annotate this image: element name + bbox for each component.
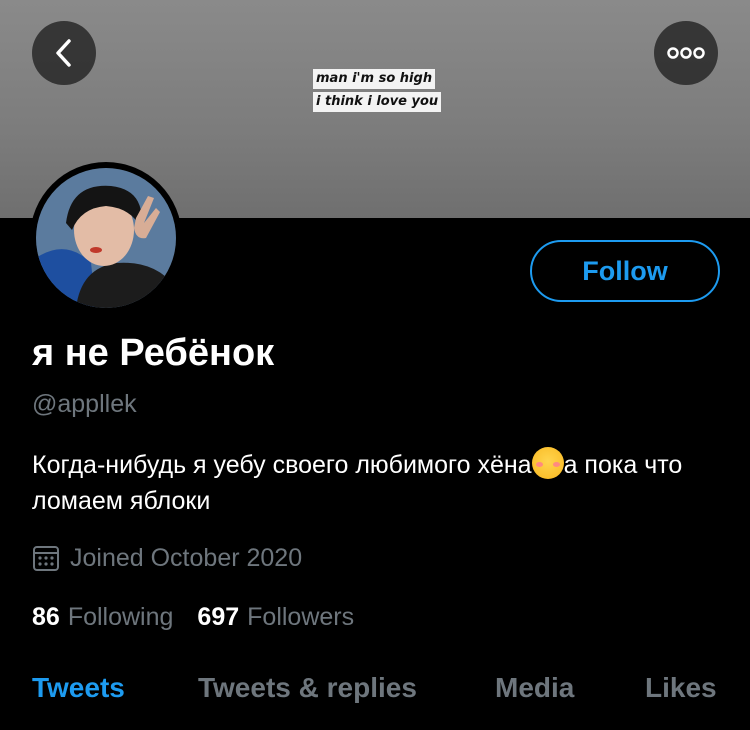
followers-label: Followers (247, 603, 355, 631)
tab-tweets-and-replies[interactable]: Tweets & replies (198, 672, 417, 704)
bio-text-part-1: Когда-нибудь я уебу своего любимого хёна (32, 451, 532, 479)
avatar[interactable] (30, 162, 182, 314)
more-horizontal-icon (667, 47, 705, 59)
follow-stats: 86 Following 697 Followers (32, 603, 354, 632)
joined-date: Joined October 2020 (32, 543, 302, 573)
following-label: Following (67, 603, 174, 631)
profile-bio: Когда-нибудь я уебу своего любимого хёна… (32, 447, 732, 519)
tab-media[interactable]: Media (495, 672, 574, 704)
more-button[interactable] (654, 21, 718, 85)
follow-button[interactable]: Follow (530, 240, 720, 302)
tab-tweets[interactable]: Tweets (32, 672, 125, 704)
calendar-icon (33, 546, 59, 571)
profile-tabs: Tweets Tweets & replies Media Likes (0, 672, 750, 712)
back-button[interactable] (32, 21, 96, 85)
followers-stat[interactable]: 697 Followers (197, 603, 354, 632)
avatar-photo-shapes (36, 168, 176, 308)
joined-label: Joined October 2020 (70, 543, 303, 572)
profile-handle: @appllek (32, 390, 137, 418)
banner-line-1: man i'm so high (313, 69, 436, 89)
following-stat[interactable]: 86 Following (32, 603, 173, 632)
followers-count: 697 (197, 603, 240, 631)
profile-display-name: я не Ребёнок (32, 332, 275, 374)
avatar-image (36, 168, 176, 308)
smiling-face-with-hearts-emoji-icon (531, 447, 564, 479)
banner-line-2: i think i love you (313, 92, 442, 112)
chevron-left-icon (56, 39, 71, 67)
tab-likes[interactable]: Likes (645, 672, 717, 704)
following-count: 86 (32, 603, 60, 631)
banner-caption: man i'm so high i think i love you (313, 69, 442, 115)
